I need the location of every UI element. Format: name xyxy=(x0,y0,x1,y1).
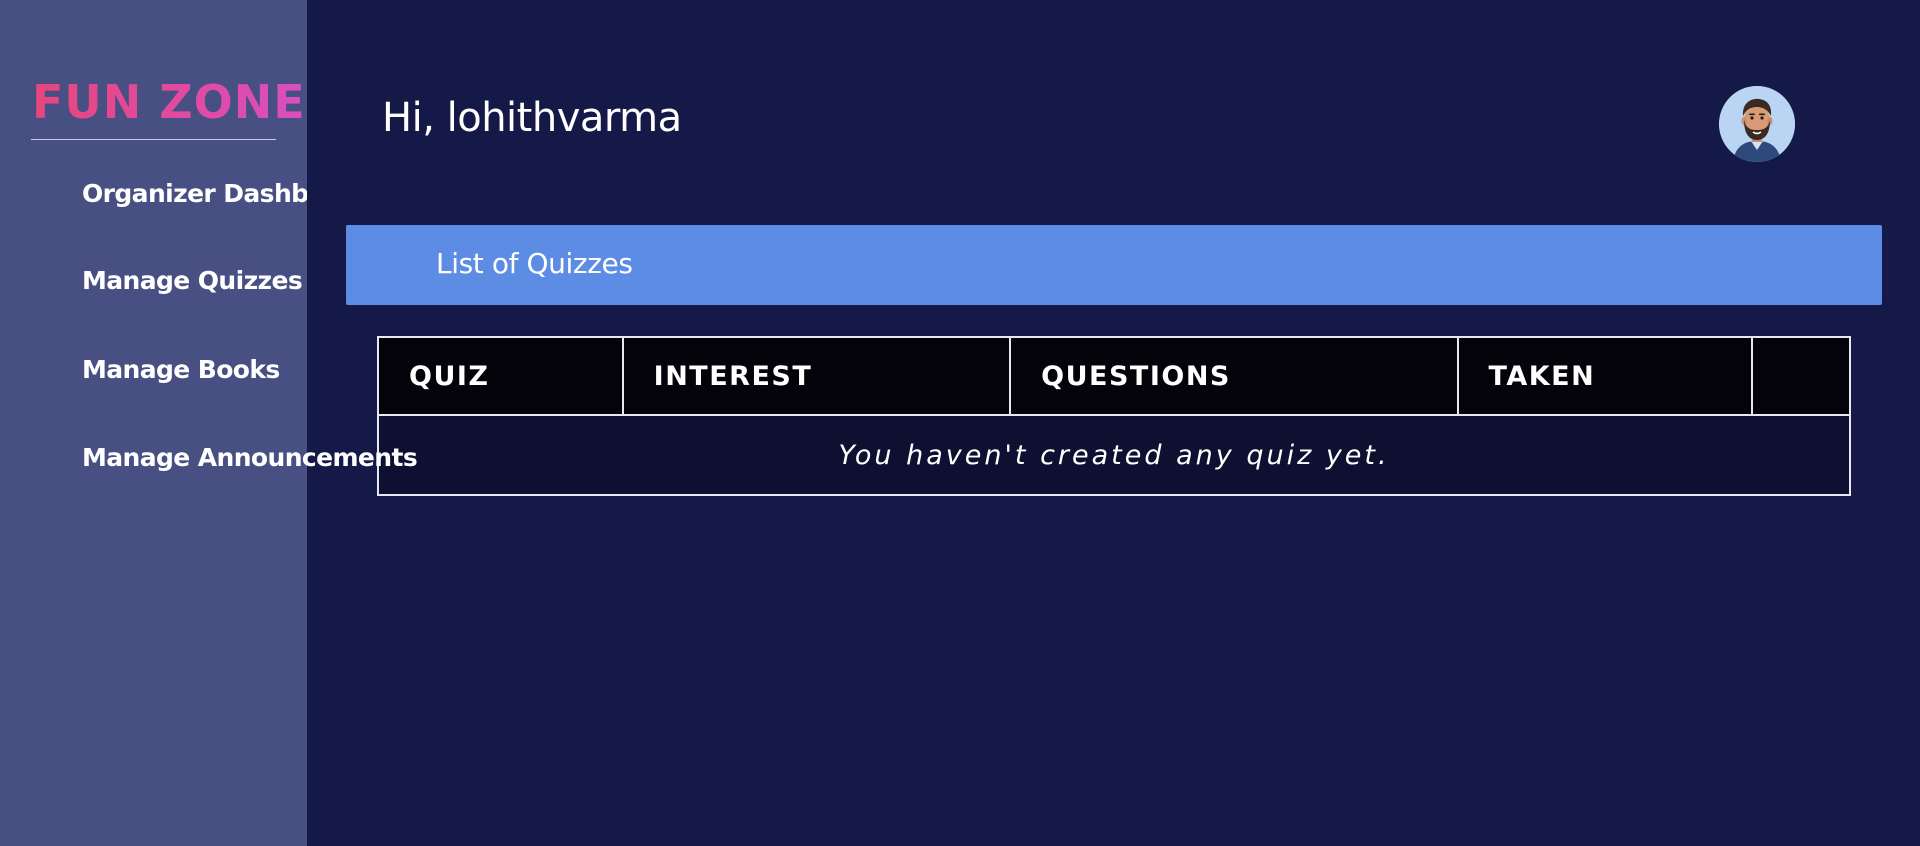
column-header-questions[interactable]: QUESTIONS xyxy=(1009,336,1459,416)
sidebar-item-manage-quizzes[interactable]: Manage Quizzes xyxy=(82,264,303,298)
quiz-table: QUIZ INTEREST QUESTIONS TAKEN You haven'… xyxy=(377,336,1851,496)
page: FUN ZONE Organizer Dashboard Manage Quiz… xyxy=(0,0,1920,846)
banner-title: List of Quizzes xyxy=(436,247,633,280)
sidebar-item-manage-books[interactable]: Manage Books xyxy=(82,353,280,387)
sidebar-item-organizer-dashboard[interactable]: Organizer Dashboard xyxy=(82,177,307,211)
column-header-actions xyxy=(1751,336,1851,416)
quiz-list-banner: List of Quizzes xyxy=(346,225,1882,305)
empty-state-message: You haven't created any quiz yet. xyxy=(377,414,1851,496)
sidebar: FUN ZONE xyxy=(0,0,307,846)
bearded-man-avatar-icon[interactable] xyxy=(1719,86,1795,162)
column-header-taken[interactable]: TAKEN xyxy=(1456,336,1754,416)
column-header-interest[interactable]: INTEREST xyxy=(621,336,1012,416)
table-header-row: QUIZ INTEREST QUESTIONS TAKEN xyxy=(377,336,1851,416)
brand-logo[interactable]: FUN ZONE xyxy=(32,74,306,130)
greeting-title: Hi, lohithvarma xyxy=(382,95,682,141)
table-row: You haven't created any quiz yet. xyxy=(377,414,1851,496)
brand-divider xyxy=(31,139,276,140)
column-header-quiz[interactable]: QUIZ xyxy=(377,336,624,416)
sidebar-item-manage-announcements[interactable]: Manage Announcements xyxy=(82,441,418,475)
